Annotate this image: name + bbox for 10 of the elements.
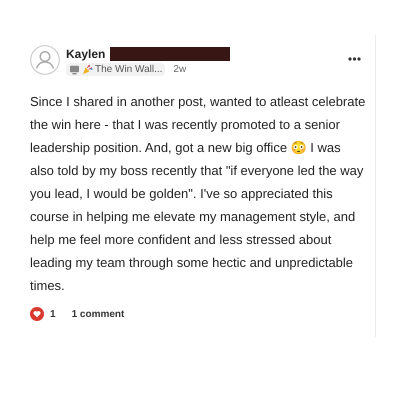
party-popper-icon bbox=[82, 64, 93, 75]
like-count: 1 bbox=[50, 308, 56, 320]
more-options-icon[interactable] bbox=[348, 57, 361, 61]
author-name[interactable]: Kaylen bbox=[66, 47, 106, 61]
comment-count[interactable]: 1 comment bbox=[72, 308, 124, 320]
avatar-icon bbox=[30, 45, 60, 75]
monitor-icon bbox=[69, 64, 80, 74]
post-time: 2w bbox=[173, 64, 186, 75]
category-chip[interactable]: The Win Wall... bbox=[66, 63, 166, 76]
post-text: Since I shared in another post, wanted to atleast celebrate the win here - that I was recently promoted to a senior leadership position. And, got a new big office 😳 I was also told by my boss recently that "if everyone led the way you lead, I would be golden". I've so appreciated this course in helping me elevate my management style, and help me feel more confident and less stressed about leading my team through some hectic and unpredictable times. bbox=[30, 93, 366, 295]
